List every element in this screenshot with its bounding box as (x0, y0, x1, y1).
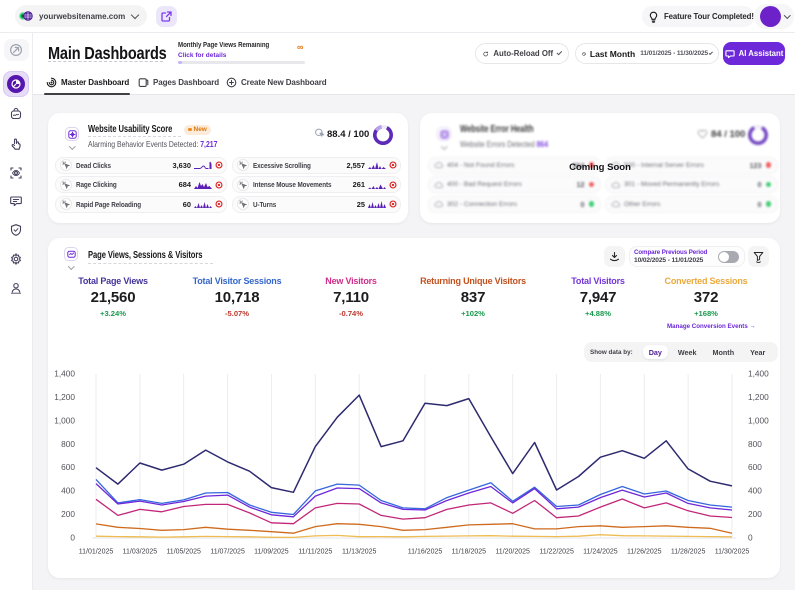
svg-text:11/01/2025: 11/01/2025 (79, 549, 114, 556)
svg-text:0: 0 (748, 533, 753, 543)
svg-text:11/28/2025: 11/28/2025 (671, 549, 706, 556)
svg-text:1,000: 1,000 (748, 415, 769, 425)
svg-text:11/22/2025: 11/22/2025 (539, 549, 574, 556)
svg-text:11/24/2025: 11/24/2025 (583, 549, 618, 556)
svg-text:400: 400 (748, 486, 762, 496)
svg-text:11/03/2025: 11/03/2025 (123, 549, 158, 556)
svg-text:600: 600 (61, 462, 75, 472)
svg-text:1,200: 1,200 (54, 392, 75, 402)
svg-text:1,400: 1,400 (748, 369, 769, 379)
svg-text:11/09/2025: 11/09/2025 (254, 549, 289, 556)
svg-text:200: 200 (61, 509, 75, 519)
svg-text:11/07/2025: 11/07/2025 (210, 549, 245, 556)
svg-text:11/30/2025: 11/30/2025 (715, 549, 750, 556)
svg-text:11/16/2025: 11/16/2025 (408, 549, 443, 556)
svg-text:11/20/2025: 11/20/2025 (495, 549, 530, 556)
svg-text:800: 800 (748, 439, 762, 449)
svg-text:11/26/2025: 11/26/2025 (627, 549, 662, 556)
svg-text:1,400: 1,400 (54, 369, 75, 379)
svg-text:800: 800 (61, 439, 75, 449)
svg-text:11/11/2025: 11/11/2025 (298, 549, 332, 556)
svg-text:0: 0 (70, 533, 75, 543)
svg-text:11/18/2025: 11/18/2025 (452, 549, 487, 556)
svg-text:11/13/2025: 11/13/2025 (342, 549, 377, 556)
svg-text:1,200: 1,200 (748, 392, 769, 402)
svg-text:1,000: 1,000 (54, 415, 75, 425)
svg-text:600: 600 (748, 462, 762, 472)
svg-text:200: 200 (748, 509, 762, 519)
svg-text:11/05/2025: 11/05/2025 (166, 549, 201, 556)
svg-text:400: 400 (61, 486, 75, 496)
